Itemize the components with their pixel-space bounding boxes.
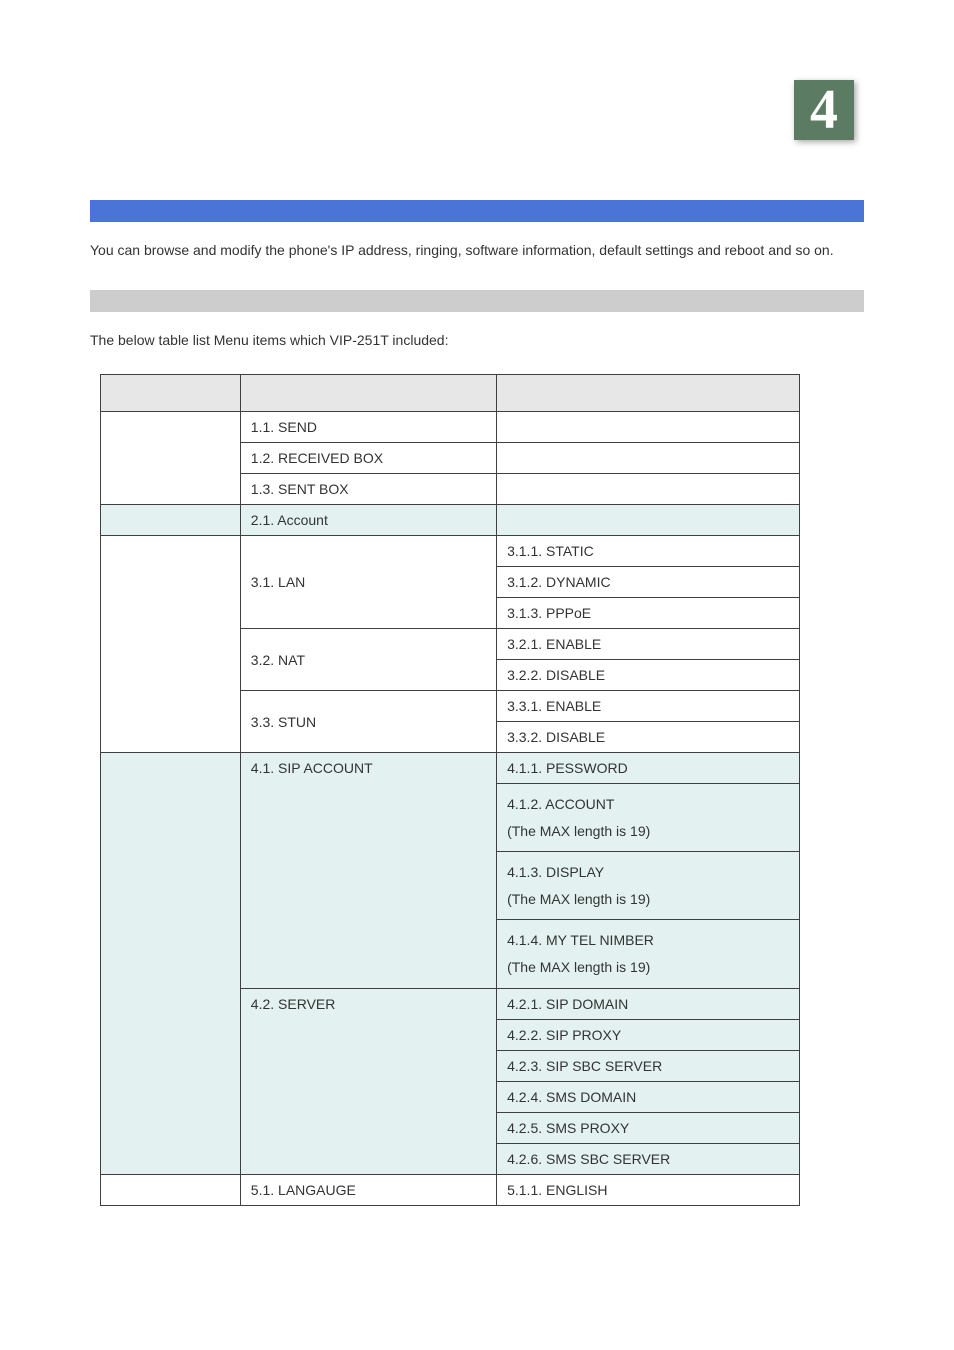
cell-group3 (101, 536, 241, 753)
cell: 3.1.2. DYNAMIC (497, 567, 800, 598)
cell: 3.3.2. DISABLE (497, 722, 800, 753)
cell: 5.1. LANGAUGE (240, 1174, 496, 1205)
cell-group1 (101, 412, 241, 505)
cell: 1.3. SENT BOX (240, 474, 496, 505)
table-row: 5.1. LANGAUGE 5.1.1. ENGLISH (101, 1174, 800, 1205)
cell: 4.2.6. SMS SBC SERVER (497, 1143, 800, 1174)
cell-group4 (101, 753, 241, 1175)
cell-line1: 4.1.2. ACCOUNT (507, 796, 614, 812)
cell-group5 (101, 1174, 241, 1205)
cell: 3.1. LAN (240, 536, 496, 629)
table-row: 1.1. SEND (101, 412, 800, 443)
cell: 4.2.4. SMS DOMAIN (497, 1081, 800, 1112)
cell: 4.1. SIP ACCOUNT (240, 753, 496, 989)
cell: 5.1.1. ENGLISH (497, 1174, 800, 1205)
cell (497, 443, 800, 474)
cell: 3.3. STUN (240, 691, 496, 753)
cell: 4.2. SERVER (240, 988, 496, 1174)
cell: 2.1. Account (240, 505, 496, 536)
table-row: 3.1. LAN 3.1.1. STATIC (101, 536, 800, 567)
header-col3 (497, 375, 800, 412)
cell: 3.2.2. DISABLE (497, 660, 800, 691)
menu-table: 1.1. SEND 1.2. RECEIVED BOX 1.3. SENT BO… (100, 374, 800, 1206)
table-row: 2.1. Account (101, 505, 800, 536)
chapter-number-badge: 4 (794, 80, 854, 140)
table-header-row (101, 375, 800, 412)
cell-line2: (The MAX length is 19) (507, 959, 650, 975)
cell-line1: 4.1.3. DISPLAY (507, 864, 604, 880)
cell: 3.3.1. ENABLE (497, 691, 800, 722)
cell (497, 474, 800, 505)
cell: 4.2.2. SIP PROXY (497, 1019, 800, 1050)
table-caption: The below table list Menu items which VI… (90, 326, 864, 354)
cell-line2: (The MAX length is 19) (507, 823, 650, 839)
section-band-gray (90, 290, 864, 312)
cell-group2 (101, 505, 241, 536)
header-col1 (101, 375, 241, 412)
cell-line1: 4.1.4. MY TEL NIMBER (507, 932, 654, 948)
cell: 3.1.1. STATIC (497, 536, 800, 567)
cell: 4.2.3. SIP SBC SERVER (497, 1050, 800, 1081)
cell: 3.2.1. ENABLE (497, 629, 800, 660)
cell: 3.1.3. PPPoE (497, 598, 800, 629)
cell: 3.2. NAT (240, 629, 496, 691)
chapter-number: 4 (810, 82, 838, 138)
table-row: 4.1. SIP ACCOUNT 4.1.1. PESSWORD (101, 753, 800, 784)
cell (497, 505, 800, 536)
cell: 4.1.1. PESSWORD (497, 753, 800, 784)
cell: 4.2.1. SIP DOMAIN (497, 988, 800, 1019)
cell: 4.1.2. ACCOUNT (The MAX length is 19) (497, 784, 800, 852)
intro-paragraph: You can browse and modify the phone's IP… (90, 236, 864, 264)
cell: 1.1. SEND (240, 412, 496, 443)
cell: 4.2.5. SMS PROXY (497, 1112, 800, 1143)
cell: 1.2. RECEIVED BOX (240, 443, 496, 474)
header-col2 (240, 375, 496, 412)
section-band-blue (90, 200, 864, 222)
cell: 4.1.4. MY TEL NIMBER (The MAX length is … (497, 920, 800, 988)
cell-line2: (The MAX length is 19) (507, 891, 650, 907)
cell (497, 412, 800, 443)
cell: 4.1.3. DISPLAY (The MAX length is 19) (497, 852, 800, 920)
